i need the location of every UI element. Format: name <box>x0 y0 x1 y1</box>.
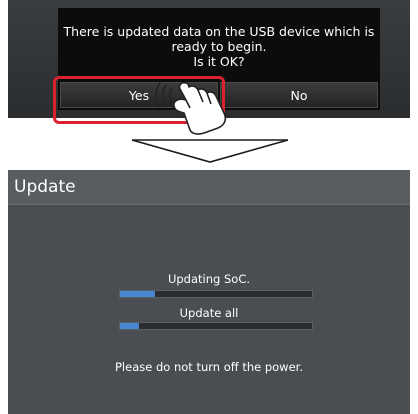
progress-fill-all <box>120 323 140 329</box>
update-header: Update <box>8 170 410 205</box>
page-title: Update <box>14 177 76 197</box>
no-button[interactable]: No <box>220 82 378 108</box>
progress-label-soc: Updating SoC. <box>167 272 251 286</box>
progress-label-all: Update all <box>179 306 239 320</box>
update-screen: Update Updating SoC. Update all Please d… <box>8 170 410 414</box>
progress-bar-all <box>119 322 313 330</box>
down-arrow-icon <box>131 139 289 163</box>
progress-bar-soc <box>119 290 313 298</box>
dialog-message: There is updated data on the USB device … <box>63 24 375 69</box>
pointing-hand-icon <box>155 81 227 135</box>
progress-fill-soc <box>120 291 155 297</box>
power-notice: Please do not turn off the power. <box>114 360 303 374</box>
